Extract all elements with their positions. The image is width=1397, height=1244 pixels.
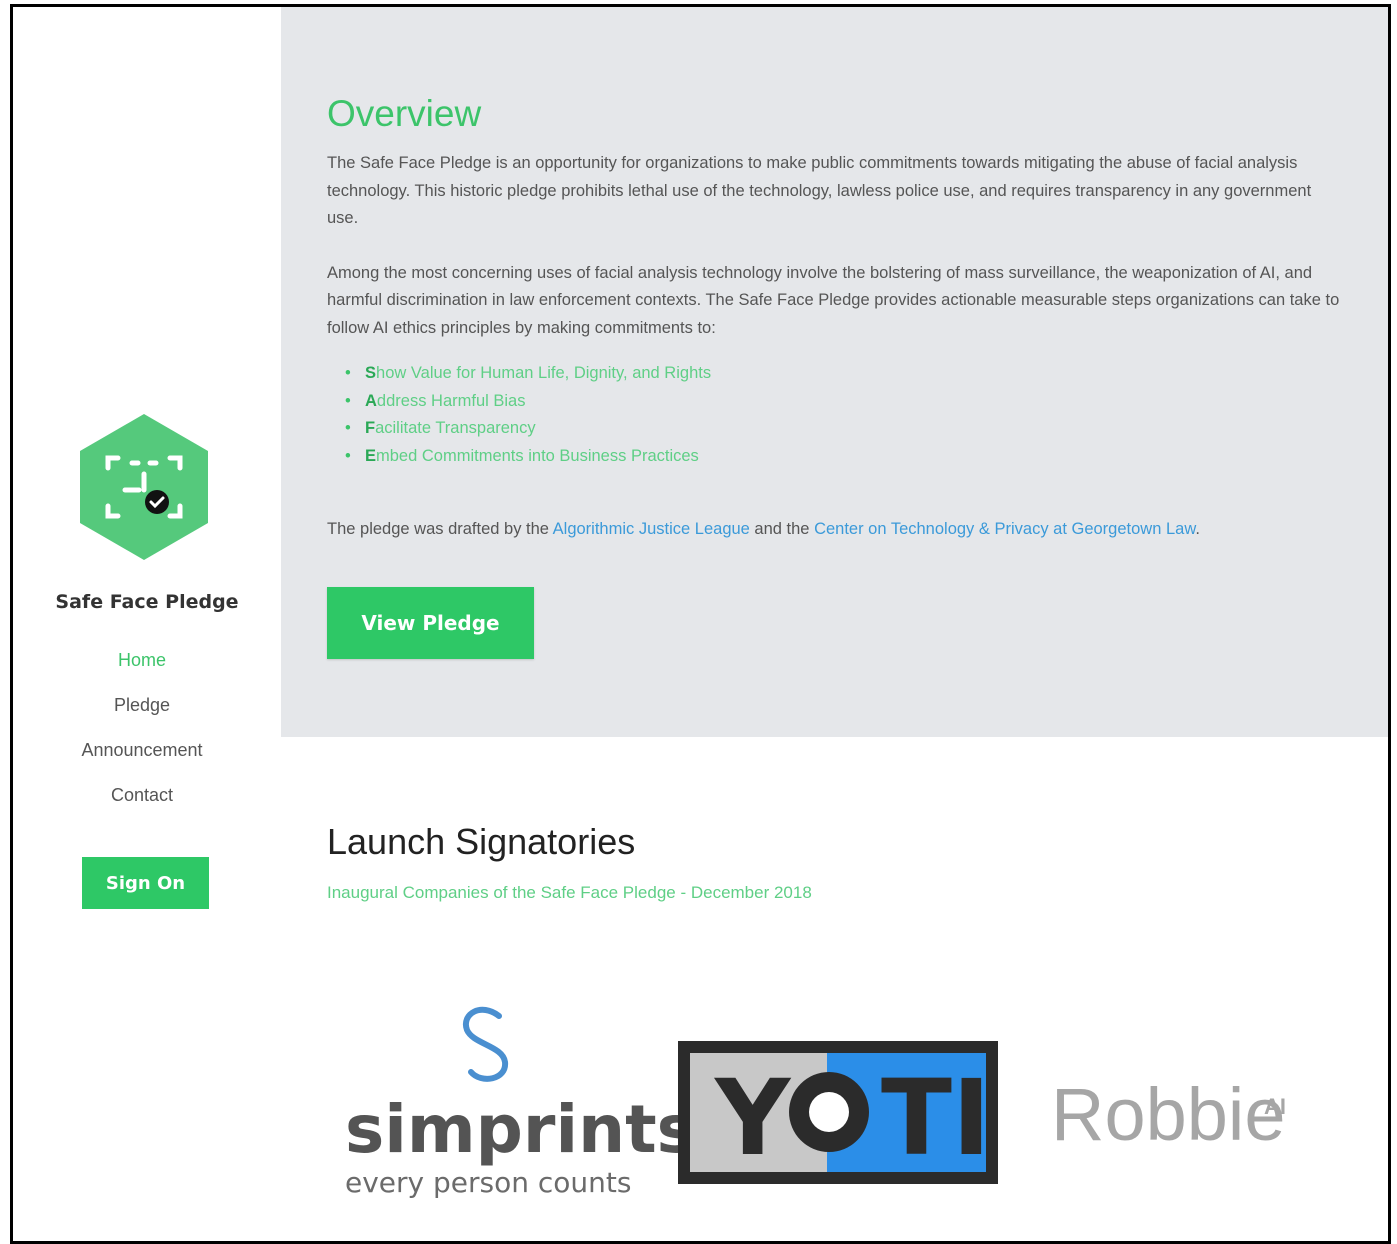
overview-paragraph-1: The Safe Face Pledge is an opportunity f… bbox=[327, 154, 1312, 227]
commitment-text: ddress Harmful Bias bbox=[376, 391, 526, 410]
nav-item-contact[interactable]: Contact bbox=[13, 780, 271, 825]
overview-paragraph-2: Among the most concerning uses of facial… bbox=[327, 263, 1340, 337]
nav-item-announcement[interactable]: Announcement bbox=[13, 735, 271, 780]
bullet-icon: • bbox=[345, 364, 351, 382]
signatories-subtitle: Inaugural Companies of the Safe Face Ple… bbox=[327, 883, 812, 902]
sidebar: Safe Face Pledge Home Pledge Announcemen… bbox=[13, 7, 282, 1241]
commitment-initial: E bbox=[365, 446, 377, 465]
commitment-initial: A bbox=[365, 391, 377, 410]
overview-title: Overview bbox=[327, 93, 482, 134]
commitment-initial: S bbox=[365, 364, 377, 382]
brand-name: Safe Face Pledge bbox=[55, 591, 239, 613]
commitment-text: how Value for Human Life, Dignity, and R… bbox=[376, 364, 712, 382]
signatory-logos: simprints every person counts Y TI Robbi… bbox=[345, 1007, 1286, 1199]
svg-text:TI: TI bbox=[881, 1057, 991, 1179]
bullet-icon: • bbox=[345, 446, 351, 465]
nav-item-pledge[interactable]: Pledge bbox=[13, 690, 271, 735]
simprints-logo[interactable]: simprints every person counts bbox=[345, 1007, 696, 1199]
commitment-text: mbed Commitments into Business Practices bbox=[376, 446, 699, 465]
drafted-prefix: The pledge was drafted by the bbox=[327, 520, 553, 538]
commitments-list: • Show Value for Human Life, Dignity, and… bbox=[345, 360, 1342, 470]
commitment-initial: F bbox=[365, 419, 376, 437]
main-nav: Home Pledge Announcement Contact bbox=[13, 645, 271, 825]
nav-item-home[interactable]: Home bbox=[13, 645, 271, 690]
drafted-suffix: . bbox=[1195, 520, 1200, 538]
commitment-item[interactable]: • Address Harmful Bias bbox=[345, 388, 1342, 416]
drafted-by-text: The pledge was drafted by the Algorithmi… bbox=[327, 516, 1342, 544]
commitment-item[interactable]: • Show Value for Human Life, Dignity, and… bbox=[345, 360, 1342, 388]
overview-section: Overview The Safe Face Pledge is an oppo… bbox=[281, 7, 1388, 737]
simprints-tagline: every person counts bbox=[345, 1166, 631, 1199]
commitment-item[interactable]: • Embed Commitments into Business Practic… bbox=[345, 443, 1342, 471]
bullet-icon: • bbox=[345, 419, 351, 437]
signatories-section: Launch Signatories Inaugural Companies o… bbox=[281, 737, 1388, 1241]
svg-text:Y: Y bbox=[713, 1057, 794, 1179]
commitment-text: acilitate Transparency bbox=[375, 419, 536, 437]
signatories-title: Launch Signatories bbox=[327, 821, 636, 862]
safe-face-logo-icon[interactable] bbox=[78, 412, 210, 562]
page-frame: Safe Face Pledge Home Pledge Announcemen… bbox=[10, 4, 1391, 1244]
robbie-ai-logo[interactable]: Robbie AI bbox=[1051, 1073, 1286, 1156]
sign-on-button[interactable]: Sign On bbox=[82, 857, 209, 909]
georgetown-link[interactable]: Center on Technology & Privacy at George… bbox=[814, 520, 1195, 538]
view-pledge-button[interactable]: View Pledge bbox=[327, 587, 534, 659]
drafted-mid: and the bbox=[749, 520, 815, 538]
bullet-icon: • bbox=[345, 391, 351, 410]
robbie-wordmark: Robbie bbox=[1051, 1073, 1286, 1156]
commitment-item[interactable]: • Facilitate Transparency bbox=[345, 415, 1342, 443]
simprints-wordmark: simprints bbox=[345, 1091, 696, 1168]
ajl-link[interactable]: Algorithmic Justice League bbox=[553, 520, 750, 538]
robbie-ai-suffix: AI bbox=[1264, 1094, 1286, 1119]
yoti-logo[interactable]: Y TI bbox=[678, 1041, 998, 1184]
